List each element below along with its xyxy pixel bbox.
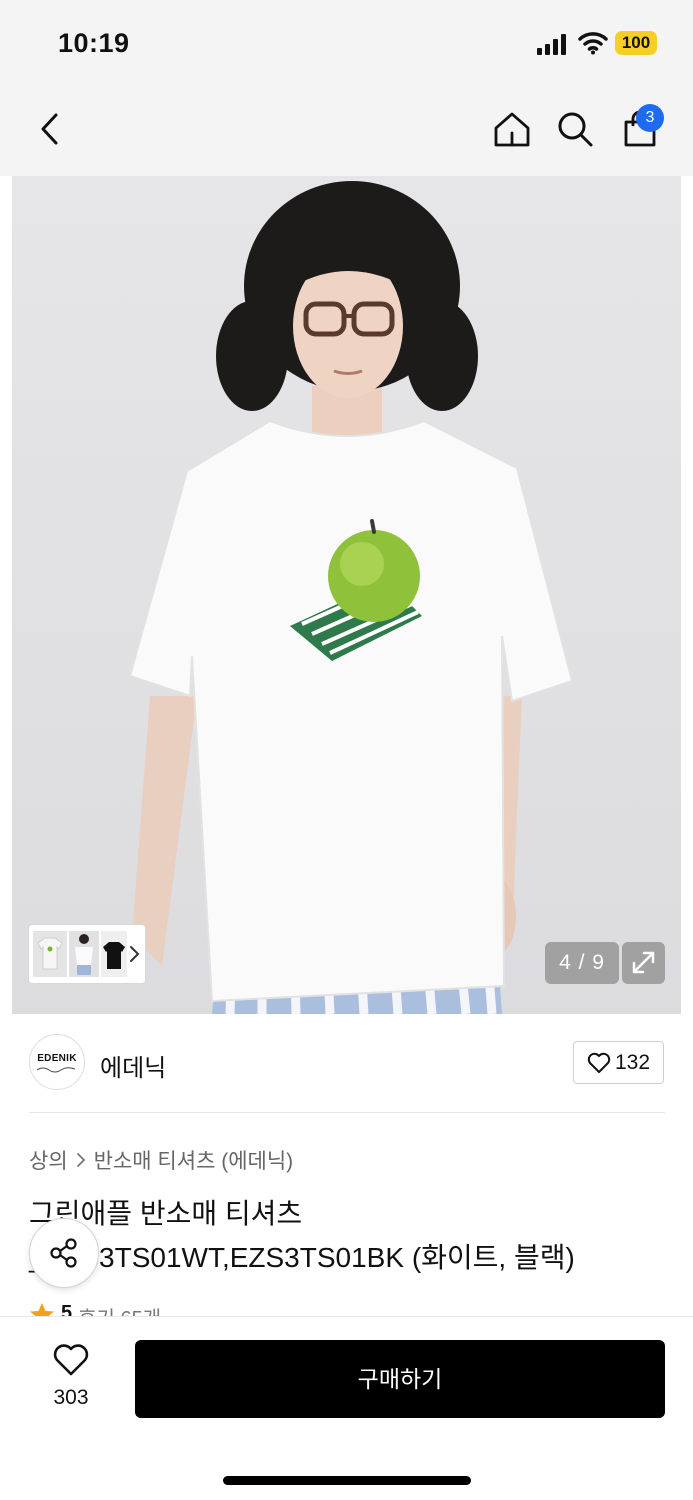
expand-icon	[632, 951, 655, 974]
nav-bar	[0, 88, 693, 176]
heart-icon	[587, 1052, 611, 1073]
home-button[interactable]	[488, 105, 536, 153]
chevron-left-icon	[41, 113, 58, 145]
brand-like-button[interactable]: 132	[573, 1041, 664, 1084]
status-bar: 10:19 100	[0, 0, 693, 88]
breadcrumb-category[interactable]: 상의	[29, 1145, 68, 1175]
heart-icon	[53, 1344, 89, 1376]
product-title: 그린애플 반소매 티셔츠_EZS3TS01WT,EZS3TS01BK (화이트,…	[29, 1198, 575, 1273]
home-indicator	[223, 1476, 471, 1485]
wishlist-button[interactable]: 303	[40, 1343, 102, 1410]
image-counter: 4 / 9	[545, 942, 619, 984]
brand-signature	[36, 1067, 76, 1073]
back-button[interactable]	[26, 105, 74, 153]
breadcrumb: 상의 반소매 티셔츠 (에데닉)	[29, 1145, 293, 1175]
wishlist-count: 303	[53, 1386, 89, 1409]
share-icon	[50, 1238, 77, 1268]
expand-button[interactable]	[622, 942, 665, 984]
breadcrumb-subcategory[interactable]: 반소매 티셔츠 (에데닉)	[94, 1145, 294, 1175]
cart-count-badge: 3	[636, 104, 664, 132]
search-icon	[558, 112, 593, 147]
brand-logo[interactable]: EDENIK	[29, 1034, 85, 1090]
brand-like-count: 132	[614, 1050, 651, 1074]
share-button[interactable]	[29, 1218, 99, 1288]
home-icon	[494, 112, 530, 147]
wifi-icon	[578, 32, 608, 55]
battery-indicator: 100	[615, 31, 657, 55]
status-time: 10:19	[58, 28, 130, 58]
buy-button[interactable]: 구매하기	[135, 1340, 665, 1418]
chevron-right-icon	[76, 1153, 85, 1167]
signal-icon	[537, 34, 566, 55]
thumbnail-strip[interactable]	[28, 924, 146, 984]
divider	[29, 1112, 665, 1113]
product-image[interactable]	[12, 176, 681, 1014]
search-button[interactable]	[551, 105, 599, 153]
model-photo	[128, 181, 574, 1014]
chevron-right-icon	[130, 946, 140, 962]
brand-name[interactable]: 에데닉	[100, 1048, 166, 1083]
brand-logo-text: EDENIK	[37, 1053, 77, 1064]
